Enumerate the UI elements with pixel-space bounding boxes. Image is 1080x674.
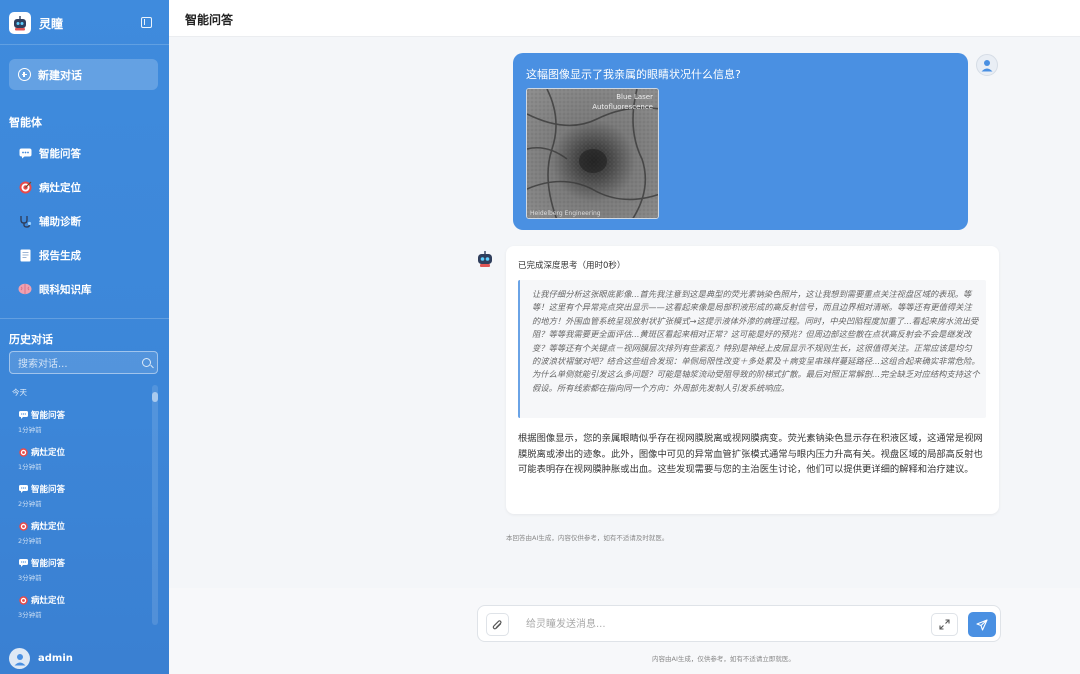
history-scrollbar[interactable] [152,385,158,625]
history-search[interactable] [9,351,158,375]
history-item-time: 3分钟前 [18,611,42,619]
agent-label: 智能问答 [39,147,81,160]
history-search-input[interactable] [10,354,130,375]
image-watermark: Heidelberg Engineering [530,210,601,217]
history-item-time: 3分钟前 [18,574,42,582]
history-item[interactable]: 智能问答 2分钟前 [18,483,148,508]
new-chat-button[interactable]: 新建对话 [9,59,158,90]
expand-button[interactable] [931,613,958,636]
history-item-title: 病灶定位 [31,522,66,532]
agent-item-qa[interactable]: 智能问答 [18,143,81,163]
target-icon [18,521,28,531]
history-item-title: 智能问答 [31,485,66,495]
chat-bubble-icon [18,146,32,160]
history-scrollbar-thumb[interactable] [152,392,158,402]
expand-icon [939,619,950,630]
history-item[interactable]: 病灶定位 1分钟前 [18,446,148,471]
collapse-sidebar-icon[interactable] [141,17,152,28]
thinking-text: 让我仔细分析这张眼底影像...首先我注意到这是典型的荧光素钠染色照片，这让我想到… [532,289,980,393]
history-item-time: 1分钟前 [18,463,42,471]
agents-section-title: 智能体 [9,116,42,129]
brain-icon [18,282,32,296]
history-item[interactable]: 智能问答 3分钟前 [18,557,148,582]
chat-bubble-icon [18,410,28,420]
agent-label: 眼科知识库 [39,283,92,296]
history-item[interactable]: 病灶定位 2分钟前 [18,520,148,545]
search-icon[interactable] [142,358,151,367]
history-section-title: 历史对话 [9,333,53,346]
new-chat-label: 新建对话 [38,68,82,82]
stethoscope-icon [18,214,32,228]
brand-name: 灵瞳 [39,16,64,31]
history-item-title: 智能问答 [31,559,66,569]
agent-label: 病灶定位 [39,181,81,194]
sidebar: 灵瞳 新建对话 智能体 智能问答 病灶定位 辅助诊断 报告生成 眼科知识库 历史… [0,0,169,674]
message-composer [477,605,1001,642]
document-icon [18,248,32,262]
target-icon [18,180,32,194]
bot-avatar-icon [474,248,496,270]
footer-note: 内容由AI生成，仅供参考，如有不适请立即就医。 [652,655,795,663]
assistant-message: 已完成深度思考（用时0秒） 让我仔细分析这张眼底影像...首先我注意到这是典型的… [506,246,999,514]
history-item[interactable]: 智能问答 1分钟前 [18,409,148,434]
history-list: 今天 智能问答 1分钟前 病灶定位 1分钟前 智能问答 2分钟前 病灶定位 2分… [0,381,169,628]
history-group-label: 今天 [12,388,27,397]
agent-item-knowledge[interactable]: 眼科知识库 [18,279,92,299]
top-bar: 智能问答 [169,0,1080,37]
user-name: admin [38,653,73,664]
thinking-block: 让我仔细分析这张眼底影像...首先我注意到这是典型的荧光素钠染色照片，这让我想到… [518,280,986,418]
brand[interactable]: 灵瞳 [9,12,63,34]
history-item-title: 病灶定位 [31,596,66,606]
agent-label: 辅助诊断 [39,215,81,228]
attach-button[interactable] [486,613,509,636]
user-message: 这幅图像显示了我亲属的眼睛状况什么信息? Blue Laser Autofluo… [513,53,968,230]
agent-item-report[interactable]: 报告生成 [18,245,81,265]
agent-item-diagnosis[interactable]: 辅助诊断 [18,211,81,231]
history-item[interactable]: 病灶定位 3分钟前 [18,594,148,619]
paperclip-icon [492,619,502,629]
history-item-time: 2分钟前 [18,537,42,545]
plus-circle-icon [18,68,31,81]
header-divider [0,44,169,45]
page-title: 智能问答 [185,13,234,27]
history-item-title: 智能问答 [31,411,66,421]
answer-disclaimer: 本回答由AI生成，内容仅供参考，如有不适请及时就医。 [506,534,669,542]
history-item-title: 病灶定位 [31,448,66,458]
target-icon [18,595,28,605]
send-icon [976,618,988,631]
sidebar-divider [0,318,169,319]
agent-label: 报告生成 [39,249,81,262]
thinking-status[interactable]: 已完成深度思考（用时0秒） [518,259,625,271]
chat-bubble-icon [18,484,28,494]
user-avatar-icon [9,648,30,669]
answer-text: 根据图像显示，您的亲属眼睛似乎存在视网膜脱离或视网膜病变。荧光素钠染色显示存在积… [518,433,983,475]
send-button[interactable] [968,612,996,637]
fundus-image[interactable]: Blue Laser Autofluorescence Heidelberg En… [526,88,659,219]
target-icon [18,447,28,457]
chat-bubble-icon [18,558,28,568]
agent-item-lesion[interactable]: 病灶定位 [18,177,81,197]
message-input[interactable] [526,615,906,633]
user-profile[interactable]: admin [9,648,73,669]
history-item-time: 1分钟前 [18,426,42,434]
robot-logo-icon [9,12,31,34]
user-question: 这幅图像显示了我亲属的眼睛状况什么信息? [526,68,741,81]
history-item-time: 2分钟前 [18,500,42,508]
image-overlay-label: Blue Laser Autofluorescence [592,93,653,111]
user-avatar-icon [976,54,998,76]
